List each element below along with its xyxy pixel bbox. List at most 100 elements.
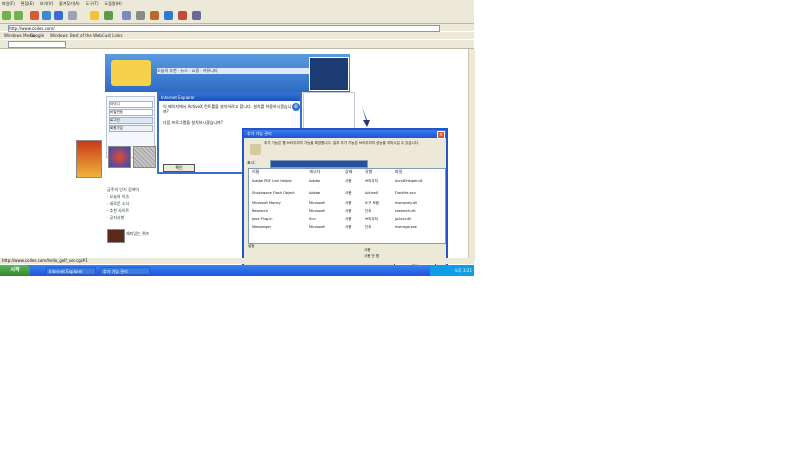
dialog-title: 추가 기능 관리 (247, 131, 272, 136)
taskbar-item[interactable]: Internet Explorer (46, 267, 96, 275)
home-icon[interactable] (54, 11, 63, 20)
promo-label[interactable]: 재미있는 퀴즈 (126, 231, 149, 237)
menu-view[interactable]: 보기(V) (40, 1, 53, 7)
addon-table: 이름 게시자 상태 유형 파일 Adobe PDF Link Helper Ad… (248, 168, 446, 244)
menu-favorites[interactable]: 즐겨찾기(A) (59, 1, 80, 7)
link-item[interactable]: Google (30, 33, 44, 38)
system-tray-clock[interactable]: 오후 3:21 (430, 265, 474, 276)
messenger-icon[interactable] (164, 11, 173, 20)
column-header[interactable]: 유형 (365, 169, 372, 175)
mail-icon[interactable] (122, 11, 131, 20)
settings-label: 설정 (248, 244, 255, 248)
menu-edit[interactable]: 편집(E) (21, 1, 34, 7)
toolbar (0, 8, 474, 24)
print-icon[interactable] (136, 11, 145, 20)
cell-file: jp2ssv.dll (395, 217, 412, 221)
menu-tools[interactable]: 도구(T) (86, 1, 99, 7)
cell-type: 단추 (365, 225, 372, 229)
cell-publisher: Sun (309, 217, 316, 221)
cell-type: 도구 모음 (365, 201, 379, 205)
list-item[interactable]: · 오늘의 이슈 (107, 194, 129, 200)
promo-image[interactable] (107, 229, 125, 243)
promo-thumbnail[interactable] (108, 146, 131, 168)
addon-gear-icon (250, 144, 261, 155)
tools-icon[interactable] (192, 11, 201, 20)
history-icon[interactable] (104, 11, 113, 20)
table-row[interactable]: Microsoft Money Microsoft 사용 도구 모음 msmon… (252, 201, 440, 206)
cell-file: AcroIEHelper.dll (395, 179, 423, 183)
alert-title: Internet Explorer (159, 94, 300, 101)
cell-type: 브라우저 (365, 217, 378, 221)
link-item[interactable]: Windows (50, 33, 68, 38)
login-password-field[interactable]: 비밀번호 (109, 109, 153, 116)
toolbar-search-input[interactable] (8, 41, 66, 48)
menu-help[interactable]: 도움말(H) (105, 1, 122, 7)
status-bar: http://www.coiles.com/hello_golf_ver.cgi… (0, 258, 474, 264)
media-icon[interactable] (178, 11, 187, 20)
taskbar-item[interactable]: 추가 기능 관리 (100, 267, 150, 275)
dialog-description: 추가 기능은 웹 브라우저의 기능을 확장합니다. 일부 추가 기능은 브라우저… (264, 141, 420, 145)
link-item[interactable]: Best of the Web (70, 33, 102, 38)
column-header[interactable]: 게시자 (309, 169, 320, 175)
table-row[interactable]: Shockwave Flash Object Adobe 사용 ActiveX … (252, 191, 440, 196)
cell-publisher: Microsoft (309, 201, 325, 205)
cell-type: ActiveX (365, 191, 379, 195)
cell-name: Microsoft Money (252, 201, 281, 205)
cell-status: 사용 (345, 179, 352, 183)
alert-ok-button[interactable]: 확인 (163, 164, 195, 172)
address-input[interactable]: http://www.coiles.com/ (8, 25, 440, 32)
banner-ad[interactable] (309, 57, 349, 91)
cell-publisher: Microsoft (309, 225, 325, 229)
close-icon[interactable]: × (437, 131, 445, 139)
pointer-arrow-icon (362, 107, 370, 127)
cell-file: msmoney.dll (395, 201, 418, 205)
promo-burger-image[interactable] (76, 140, 102, 178)
refresh-icon[interactable] (42, 11, 51, 20)
side-popup (303, 92, 355, 132)
vertical-scrollbar[interactable] (468, 49, 475, 262)
table-row[interactable]: Research Microsoft 사용 단추 research.dll (252, 209, 440, 214)
edit-icon[interactable] (150, 11, 159, 20)
forward-icon[interactable] (14, 11, 23, 20)
table-row[interactable]: Adobe PDF Link Helper Adobe 사용 브라우저 Acro… (252, 179, 440, 184)
show-select[interactable] (270, 160, 368, 168)
list-item[interactable]: 금주의 인기 검색어 (107, 187, 139, 193)
cell-name: Research (252, 209, 269, 213)
start-button[interactable]: 시작 (0, 265, 30, 276)
show-label: 표시: (247, 160, 256, 165)
dialog-titlebar[interactable]: 추가 기능 관리 × (244, 130, 446, 139)
column-header[interactable]: 파일 (395, 169, 402, 175)
list-item[interactable]: · 새로운 소식 (107, 201, 129, 207)
search-icon[interactable] (68, 11, 77, 20)
cell-status: 사용 (345, 191, 352, 195)
alert-details: 다음 프로그램을 설치하시겠습니까? (163, 120, 223, 125)
cell-status: 사용 (345, 217, 352, 221)
search-toolbar (0, 40, 474, 49)
list-item[interactable]: · 공지사항 (107, 215, 124, 221)
cell-file: msmsgs.exe (395, 225, 417, 229)
login-id-field[interactable]: 아이디 (109, 101, 153, 108)
promo-thumbnail[interactable] (133, 146, 156, 168)
signup-link[interactable]: 회원가입 (109, 125, 153, 132)
stop-icon[interactable] (30, 11, 39, 20)
list-item[interactable]: · 추천 사이트 (107, 208, 129, 214)
cell-publisher: Microsoft (309, 209, 325, 213)
cell-status: 사용 (345, 225, 352, 229)
cell-name: Adobe PDF Link Helper (252, 179, 292, 183)
cell-publisher: Adobe (309, 179, 321, 183)
enable-radio[interactable]: 사용 (364, 248, 370, 253)
alert-message: 이 페이지에서 ActiveX 컨트롤을 설치하려고 합니다. 설치를 허용하시… (163, 104, 292, 114)
login-button[interactable]: 로그인 (109, 117, 153, 124)
table-row[interactable]: Java Plug-in Sun 사용 브라우저 jp2ssv.dll (252, 217, 440, 222)
cell-publisher: Adobe (309, 191, 321, 195)
table-row[interactable]: Messenger Microsoft 사용 단추 msmsgs.exe (252, 225, 440, 230)
site-logo[interactable] (111, 60, 151, 86)
links-bar: Windows Media Google Windows Best of the… (0, 32, 474, 39)
link-item[interactable]: Cust Links (102, 33, 123, 38)
site-banner: 오늘의 추천 · 뉴스 · 쇼핑 · 커뮤니티 (105, 54, 350, 92)
favorites-star-icon[interactable] (90, 11, 99, 20)
back-icon[interactable] (2, 11, 11, 20)
menu-file[interactable]: 파일(F) (2, 1, 15, 7)
column-header[interactable]: 상태 (345, 169, 352, 175)
column-header[interactable]: 이름 (252, 169, 259, 175)
